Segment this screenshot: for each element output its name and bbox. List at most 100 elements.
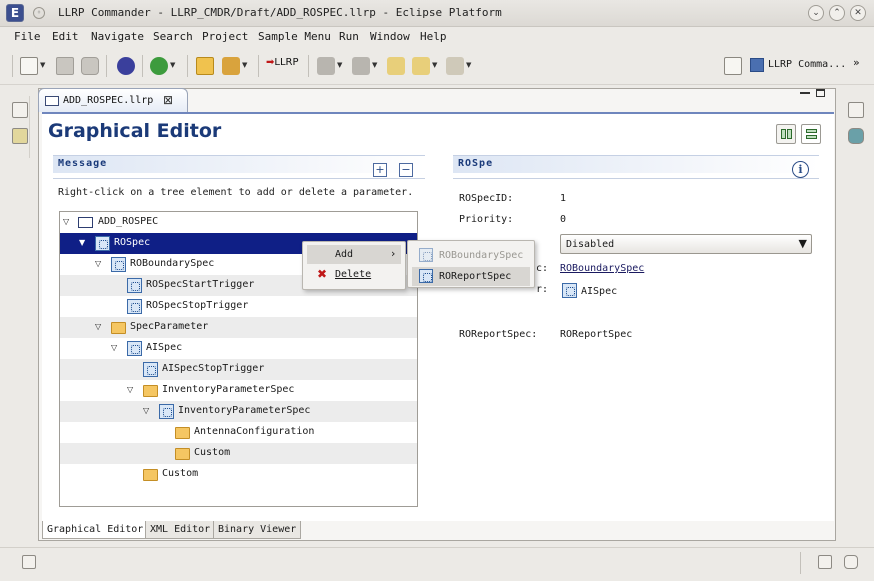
folder-icon [175, 427, 190, 439]
toolbar-overflow-icon[interactable]: » [853, 56, 860, 69]
restore-icon[interactable] [12, 102, 28, 118]
message-section-title: Message [58, 158, 108, 169]
message-section-header: Message [53, 155, 425, 173]
chevron-right-icon: › [391, 247, 396, 260]
editor-minimize-icon[interactable] [800, 92, 810, 94]
main-toolbar: ▼ ▼ ▼ ➡LLRP ▼ ▼ ▼ ▼ LLRP Comma... » [0, 47, 874, 85]
parameter-icon [127, 341, 142, 356]
rospec-id-value[interactable]: 1 [560, 193, 566, 204]
context-menu-add[interactable]: Add › [307, 245, 401, 264]
parameter-icon [127, 278, 142, 293]
tree-row-rospecstoptrigger[interactable]: ROSpecStopTrigger [60, 296, 417, 317]
next-annotation-icon[interactable] [317, 57, 335, 75]
roreportspec-value[interactable]: ROReportSpec [560, 329, 632, 340]
tab-close-icon[interactable]: ⊠ [163, 93, 173, 107]
close-icon[interactable]: ✕ [850, 5, 866, 21]
editor-maximize-icon[interactable] [816, 89, 825, 97]
vertical-layout-icon[interactable] [801, 124, 821, 144]
parameter-icon [127, 299, 142, 314]
open-folder-icon[interactable] [196, 57, 214, 75]
parameter-icon [419, 269, 433, 283]
package-explorer-icon[interactable] [12, 128, 28, 144]
left-trim-stack [8, 96, 30, 158]
tree-row-add-rospec[interactable]: ▽ ADD_ROSPEC [60, 212, 417, 233]
outline-view-icon[interactable] [844, 555, 858, 569]
menu-help[interactable]: Help [420, 30, 447, 43]
menu-navigate[interactable]: Navigate [91, 30, 144, 43]
rospec-section-header: ROSpe [453, 155, 819, 173]
roreportspec-label: ROReportSpec: [459, 329, 538, 340]
save-icon[interactable] [56, 57, 74, 75]
context-menu: Add › ✖ Delete [302, 241, 406, 290]
tree-hint-text: Right-click on a tree element to add or … [58, 187, 414, 198]
boundary-spec-label: c: [536, 263, 549, 274]
window-menu-icon[interactable]: ◦ [33, 7, 45, 19]
expand-all-icon[interactable]: + [373, 163, 387, 177]
context-menu-delete[interactable]: ✖ Delete [307, 265, 401, 284]
parameter-icon [419, 248, 433, 262]
tab-xml-editor[interactable]: XML Editor [145, 521, 216, 539]
menu-edit[interactable]: Edit [52, 30, 79, 43]
title-bar: E ◦ LLRP Commander - LLRP_CMDR/Draft/ADD… [0, 0, 874, 27]
current-state-select[interactable]: Disabled ▼ [560, 234, 812, 254]
delete-icon: ✖ [317, 267, 328, 281]
next-annotation-dropdown-icon[interactable]: ▼ [337, 61, 342, 69]
back-dropdown-icon[interactable]: ▼ [432, 61, 437, 69]
back-icon[interactable] [412, 57, 430, 75]
minimize-icon[interactable]: ⌄ [808, 5, 824, 21]
maximize-icon[interactable]: ⌃ [829, 5, 845, 21]
prev-annotation-icon[interactable] [352, 57, 370, 75]
horizontal-layout-icon[interactable] [776, 124, 796, 144]
print-icon[interactable] [81, 57, 99, 75]
fast-view-icon[interactable] [22, 555, 36, 569]
open-perspective-icon[interactable] [724, 57, 742, 75]
menu-sample-menu[interactable]: Sample Menu [258, 30, 331, 43]
parameter-icon [159, 404, 174, 419]
forward-dropdown-icon[interactable]: ▼ [466, 61, 471, 69]
menu-window[interactable]: Window [370, 30, 410, 43]
tree-row-inventoryparameterspec[interactable]: ▽ InventoryParameterSpec [60, 401, 417, 422]
menu-run[interactable]: Run [339, 30, 359, 43]
restore-status-icon[interactable] [818, 555, 832, 569]
console-view-icon[interactable] [848, 128, 864, 144]
restore-right-icon[interactable] [848, 102, 864, 118]
new-icon[interactable] [20, 57, 38, 75]
editor-tab-add-rospec[interactable]: ADD_ROSPEC.llrp ⊠ [38, 88, 188, 112]
boundary-spec-link[interactable]: ROBoundarySpec [560, 263, 644, 274]
tools-dropdown-icon[interactable]: ▼ [242, 61, 247, 69]
tree-row-specparameter[interactable]: ▽ SpecParameter [60, 317, 417, 338]
tree-row-antennaconfiguration[interactable]: AntennaConfiguration [60, 422, 417, 443]
collapse-all-icon[interactable]: − [399, 163, 413, 177]
status-bar [0, 547, 874, 581]
spec-parameter-value[interactable]: AISpec [581, 286, 617, 297]
run-icon[interactable] [150, 57, 168, 75]
eclipse-app-icon[interactable]: E [6, 4, 24, 22]
last-edit-icon[interactable] [387, 57, 405, 75]
new-dropdown-icon[interactable]: ▼ [40, 61, 45, 69]
tree-row-inventoryparameterspec-folder[interactable]: ▽ InventoryParameterSpec [60, 380, 417, 401]
info-icon[interactable]: i [792, 161, 809, 178]
submenu-roboundaryspec[interactable]: ROBoundarySpec [412, 246, 530, 265]
tree-row-aispec[interactable]: ▽ AISpec [60, 338, 417, 359]
run-dropdown-icon[interactable]: ▼ [170, 61, 175, 69]
envelope-icon [45, 96, 59, 106]
forward-icon[interactable] [446, 57, 464, 75]
priority-value[interactable]: 0 [560, 214, 566, 225]
tree-row-aispecstoptrigger[interactable]: AISpecStopTrigger [60, 359, 417, 380]
rospec-section-title: ROSpe [458, 158, 494, 169]
llrp-send-button[interactable]: ➡LLRP [266, 57, 299, 68]
menu-search[interactable]: Search [153, 30, 193, 43]
right-trim-stack [844, 96, 868, 158]
tree-row-custom-inner[interactable]: Custom [60, 443, 417, 464]
prev-annotation-dropdown-icon[interactable]: ▼ [372, 61, 377, 69]
submenu-roreportspec[interactable]: ROReportSpec [412, 267, 530, 286]
tree-row-custom-outer[interactable]: Custom [60, 464, 417, 485]
menu-project[interactable]: Project [202, 30, 248, 43]
globe-icon[interactable] [117, 57, 135, 75]
menu-file[interactable]: File [14, 30, 41, 43]
tools-icon[interactable] [222, 57, 240, 75]
tab-graphical-editor[interactable]: Graphical Editor [42, 521, 149, 539]
tab-binary-viewer[interactable]: Binary Viewer [213, 521, 302, 539]
perspective-switcher[interactable]: LLRP Comma... [744, 56, 848, 76]
priority-label: Priority: [459, 214, 514, 225]
